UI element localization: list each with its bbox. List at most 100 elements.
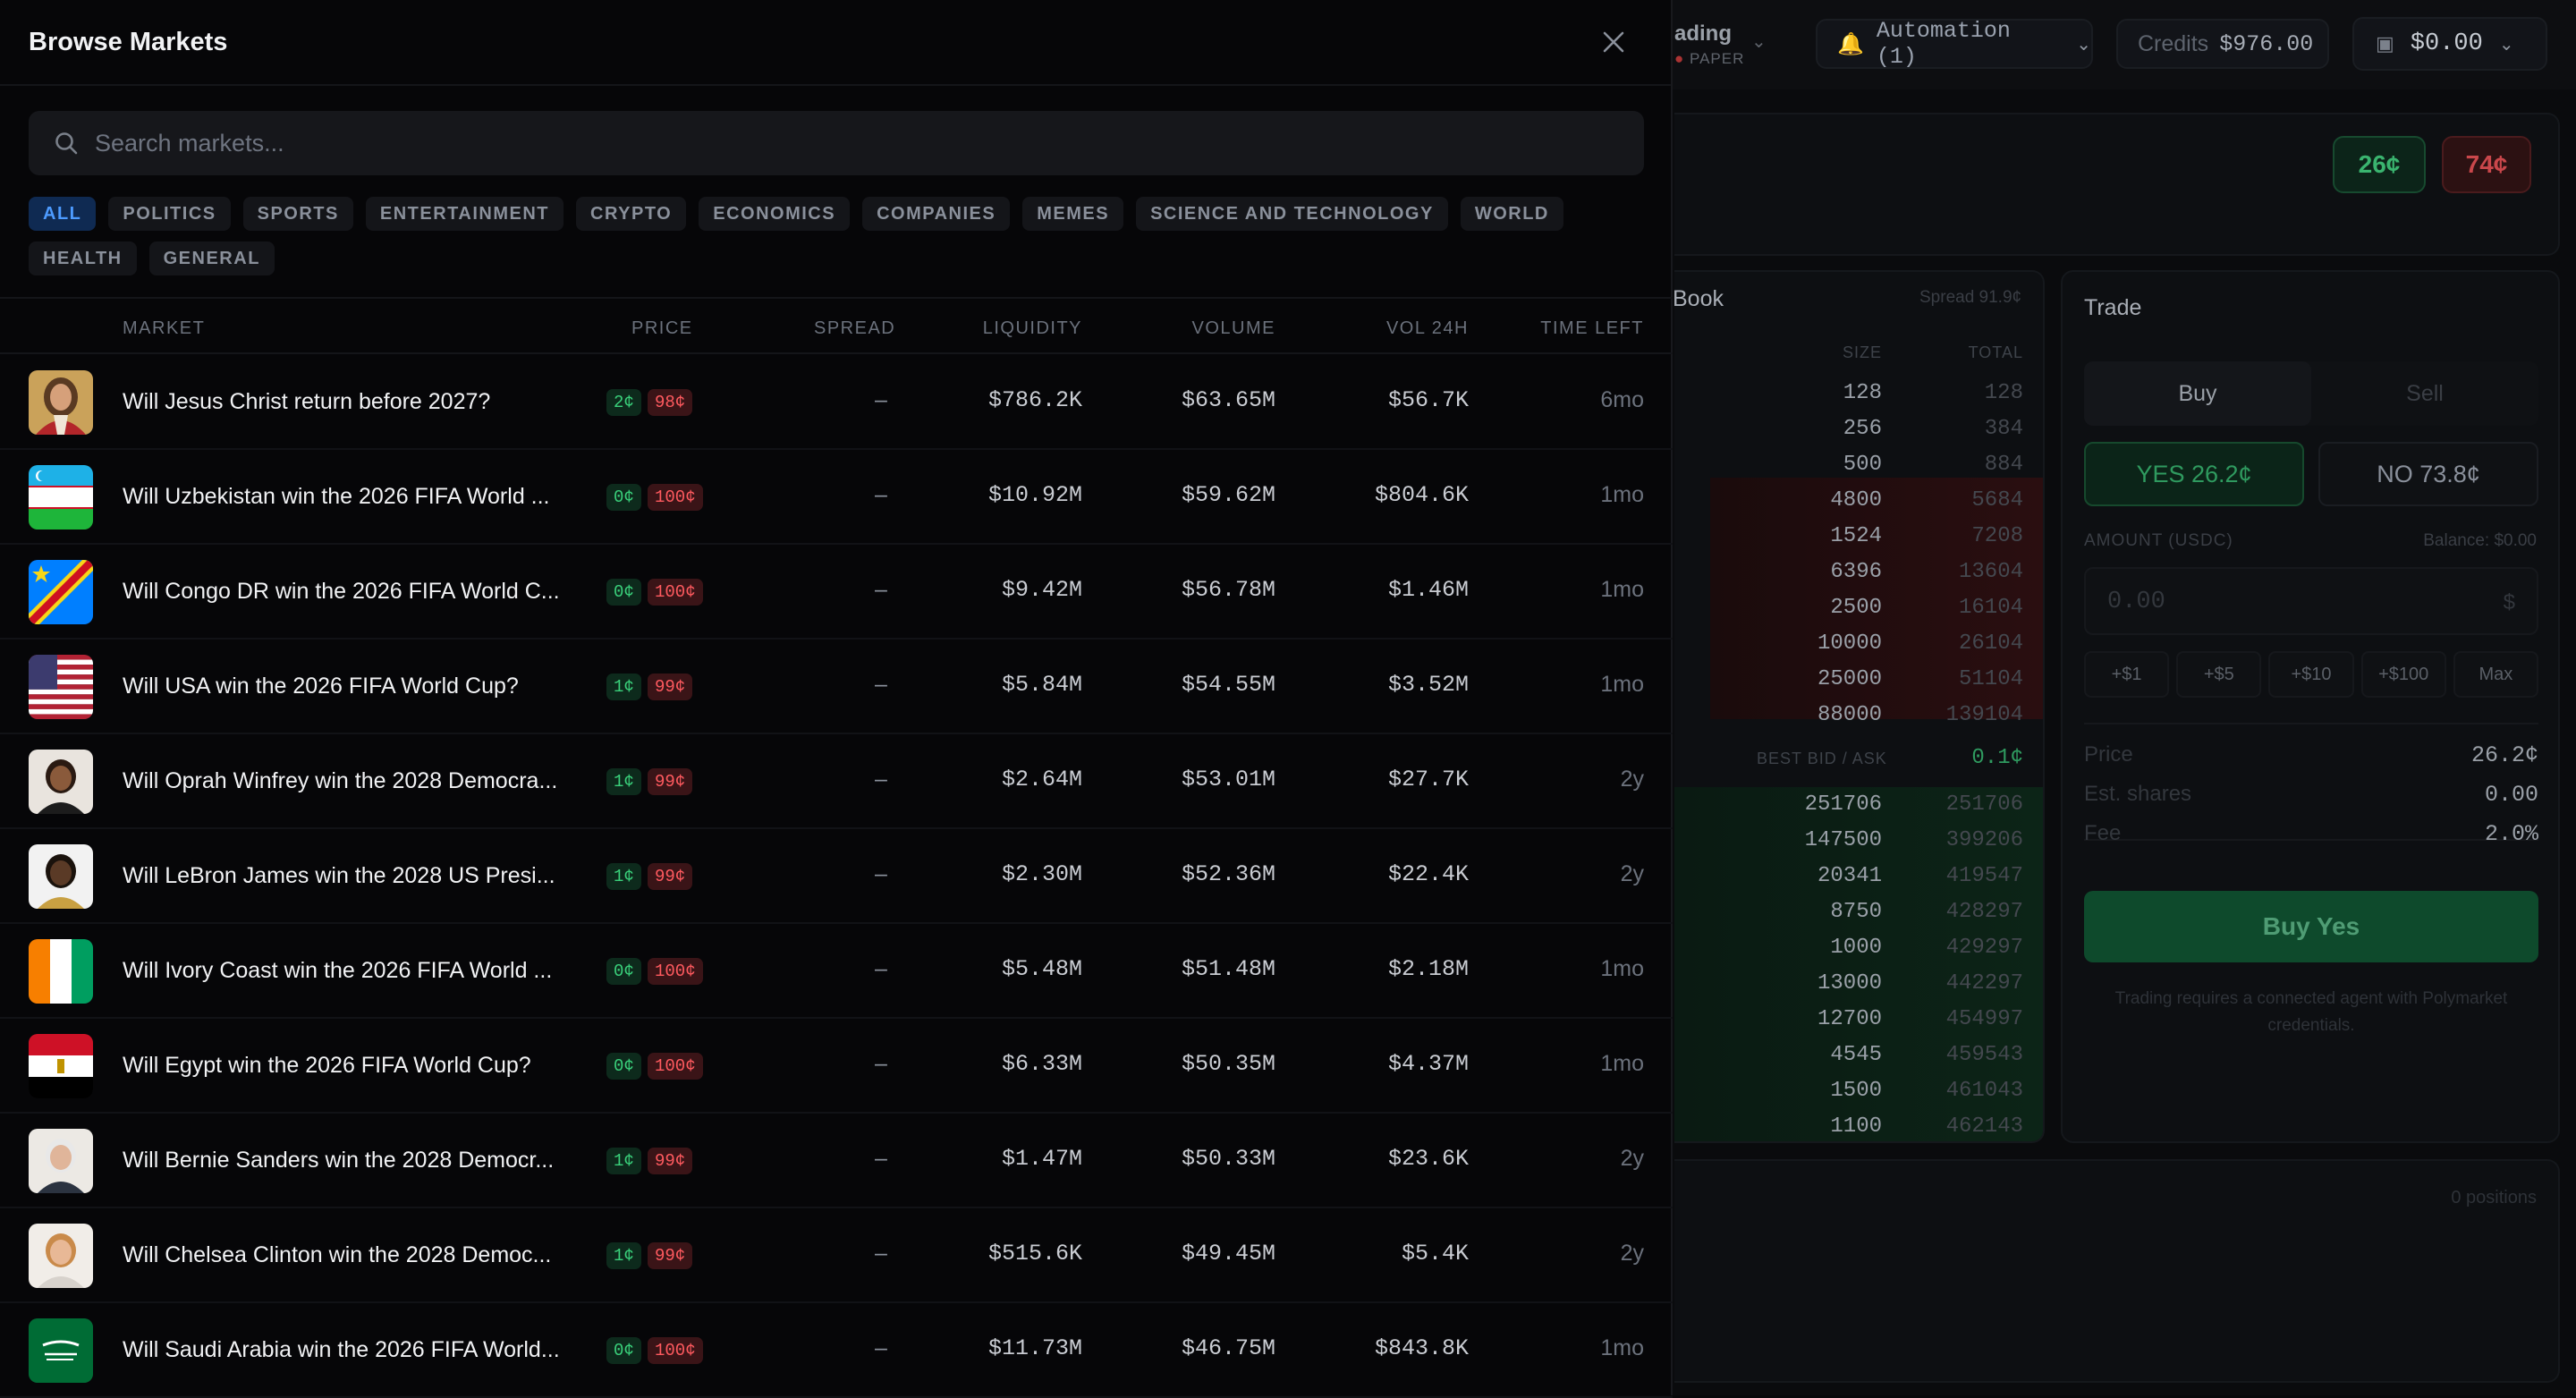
amount-input[interactable]: 0.00 $	[2084, 567, 2538, 635]
quick-amount-button[interactable]: +$100	[2360, 651, 2446, 698]
no-price: 99¢	[648, 863, 693, 890]
yes-price: 1¢	[606, 674, 641, 700]
uzbekistan-flag	[29, 465, 93, 530]
no-price: 98¢	[648, 389, 693, 416]
category-world[interactable]: WORLD	[1460, 197, 1563, 231]
automation-button[interactable]: 🔔 Automation (1) ⌄	[1816, 18, 2093, 70]
category-crypto[interactable]: CRYPTO	[576, 197, 687, 231]
close-icon[interactable]	[1594, 22, 1633, 62]
no-price: 99¢	[648, 1242, 693, 1269]
table-row[interactable]: Will Congo DR win the 2026 FIFA World C.…	[0, 545, 1673, 640]
amount-label: AMOUNT (USDC)	[2084, 531, 2233, 550]
table-row[interactable]: Will Uzbekistan win the 2026 FIFA World …	[0, 450, 1673, 545]
spread-value: –	[875, 1146, 887, 1171]
table-row[interactable]: Will Chelsea Clinton win the 2028 Democ.…	[0, 1208, 1673, 1303]
category-entertainment[interactable]: ENTERTAINMENT	[365, 197, 564, 231]
no-outcome-button[interactable]: NO 73.8¢	[2318, 442, 2538, 506]
yes-price-badge[interactable]: 26¢	[2333, 136, 2426, 193]
category-companies[interactable]: COMPANIES	[862, 197, 1011, 231]
buy-yes-button[interactable]: Buy Yes	[2084, 891, 2538, 962]
ask-size: 10000	[1817, 631, 1882, 656]
category-general[interactable]: GENERAL	[148, 241, 275, 275]
yes-price: 0¢	[606, 579, 641, 606]
bid-total: 419547	[1945, 864, 2023, 888]
category-science-and-technology[interactable]: SCIENCE AND TECHNOLOGY	[1136, 197, 1448, 231]
category-memes[interactable]: MEMES	[1022, 197, 1124, 231]
no-price-badge[interactable]: 74¢	[2442, 136, 2531, 193]
table-row[interactable]: Will Egypt win the 2026 FIFA World Cup? 0…	[0, 1019, 1673, 1114]
chevron-down-icon: ⌄	[2498, 34, 2514, 55]
market-name: Will Jesus Christ return before 2027?	[123, 389, 491, 414]
category-politics[interactable]: POLITICS	[108, 197, 231, 231]
trading-notice: Trading requires a connected agent with …	[2114, 989, 2508, 1035]
table-row[interactable]: Will LeBron James win the 2028 US Presi.…	[0, 829, 1673, 924]
search-box[interactable]	[29, 111, 1644, 175]
market-name: Will Oprah Winfrey win the 2028 Democra.…	[123, 768, 558, 793]
time-left-value: 2y	[1620, 1146, 1644, 1171]
table-row[interactable]: Will USA win the 2026 FIFA World Cup? 1¢ 9…	[0, 640, 1673, 734]
bid-size: 251706	[1804, 792, 1882, 817]
liquidity-value: $515.6K	[987, 1241, 1082, 1267]
mode-chevron-icon[interactable]: ⌄	[1751, 30, 1767, 53]
ivory-coast-flag	[29, 939, 93, 1004]
quick-amount-button[interactable]: +$5	[2176, 651, 2262, 698]
market-header-panel	[1674, 113, 2560, 256]
bid-total: 454997	[1945, 1007, 2023, 1031]
col-liquidity[interactable]: LIQUIDITY	[903, 318, 1082, 339]
vol24h-value: $22.4K	[1387, 861, 1469, 887]
spread-value: –	[875, 1051, 887, 1076]
table-row[interactable]: Will Ivory Coast win the 2026 FIFA World…	[0, 924, 1673, 1019]
quick-amount-button[interactable]: +$10	[2268, 651, 2354, 698]
table-row[interactable]: Will Oprah Winfrey win the 2028 Democra.…	[0, 734, 1673, 829]
tab-sell[interactable]: Sell	[2311, 361, 2538, 426]
col-market[interactable]: MARKET	[123, 318, 205, 339]
positions-panel: 0 positions	[1674, 1159, 2560, 1383]
col-volume[interactable]: VOLUME	[1097, 318, 1275, 339]
table-row[interactable]: Will Saudi Arabia win the 2026 FIFA Worl…	[0, 1303, 1673, 1398]
search-input[interactable]	[95, 129, 1526, 157]
bid-size: 1000	[1830, 936, 1882, 960]
wallet-button[interactable]: ▣ $0.00 ⌄	[2352, 17, 2547, 71]
modal-title: Browse Markets	[29, 27, 228, 56]
credits-display: Credits $976.00	[2116, 19, 2329, 69]
wallet-icon: ▣	[2376, 32, 2394, 55]
time-left-value: 1mo	[1600, 956, 1644, 981]
category-health[interactable]: HEALTH	[29, 241, 137, 275]
markets-table-body: Will Jesus Christ return before 2027? 2¢ 9…	[0, 355, 1673, 1398]
category-all[interactable]: ALL	[29, 197, 97, 231]
tab-buy[interactable]: Buy	[2084, 361, 2311, 426]
quick-amount-button[interactable]: +$1	[2084, 651, 2170, 698]
market-name: Will Uzbekistan win the 2026 FIFA World …	[123, 484, 550, 509]
best-bid-ask-value: 0.1¢	[1971, 746, 2023, 770]
yes-outcome-button[interactable]: YES 26.2¢	[2084, 442, 2304, 506]
table-row[interactable]: Will Jesus Christ return before 2027? 2¢ 9…	[0, 355, 1673, 450]
table-row[interactable]: Will Bernie Sanders win the 2028 Democr.…	[0, 1114, 1673, 1208]
category-economics[interactable]: ECONOMICS	[699, 197, 851, 231]
egypt-flag	[29, 1034, 93, 1098]
market-name: Will Egypt win the 2026 FIFA World Cup?	[123, 1053, 531, 1078]
col-spread[interactable]: SPREAD	[814, 318, 895, 339]
bid-total: 459543	[1945, 1043, 2023, 1067]
search-icon	[55, 132, 78, 155]
category-sports[interactable]: SPORTS	[242, 197, 353, 231]
volume-value: $51.48M	[1181, 956, 1275, 982]
no-price: 99¢	[648, 768, 693, 795]
time-left-value: 2y	[1620, 1241, 1644, 1266]
positions-count: 0 positions	[2451, 1188, 2537, 1207]
vol24h-value: $1.46M	[1387, 577, 1469, 603]
col-price[interactable]: PRICE	[631, 318, 693, 339]
shares-label: Est. shares	[2084, 782, 2192, 806]
ask-total: 13604	[1958, 560, 2023, 584]
market-name: Will Bernie Sanders win the 2028 Democr.…	[123, 1148, 555, 1173]
wallet-value: $0.00	[2410, 30, 2483, 57]
time-left-value: 2y	[1620, 767, 1644, 792]
quick-amount-button[interactable]: Max	[2453, 651, 2539, 698]
liquidity-value: $10.92M	[987, 482, 1082, 508]
col-time-left[interactable]: TIME LEFT	[1465, 318, 1644, 339]
order-summary: Price 26.2¢ Est. shares 0.00 Fee 2.0%	[2084, 723, 2538, 847]
bid-size: 1500	[1830, 1079, 1882, 1103]
best-bid-ask-label: BEST BID / ASK	[1757, 750, 1887, 767]
vol24h-value: $5.4K	[1401, 1241, 1469, 1267]
no-price: 99¢	[648, 1148, 693, 1174]
col-vol24h[interactable]: VOL 24H	[1290, 318, 1469, 339]
